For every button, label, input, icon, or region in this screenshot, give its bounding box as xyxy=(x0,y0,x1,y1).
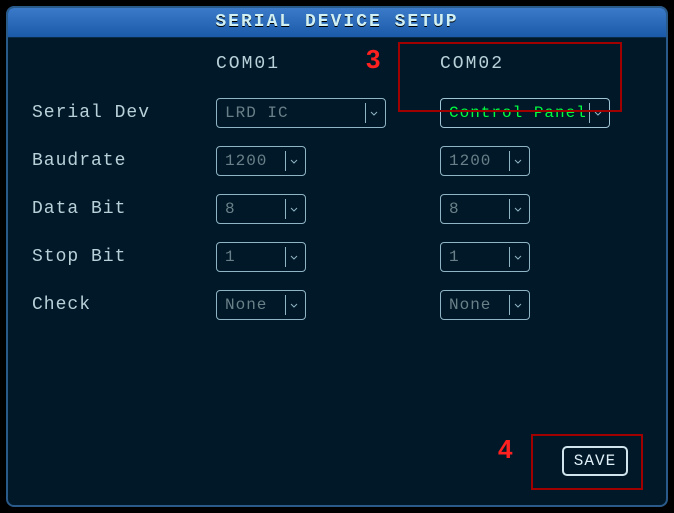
select-value: 8 xyxy=(225,200,285,218)
window-body: 3 COM01 COM02 Serial Dev LRD IC Control … xyxy=(8,38,666,336)
select-value: None xyxy=(449,296,509,314)
chevron-down-icon xyxy=(285,199,301,219)
chevron-down-icon xyxy=(365,103,381,123)
annotation-marker-4: 4 xyxy=(498,434,512,465)
select-value: None xyxy=(225,296,285,314)
label-data-bit: Data Bit xyxy=(32,199,192,219)
chevron-down-icon xyxy=(509,247,525,267)
label-stop-bit: Stop Bit xyxy=(32,247,192,267)
select-value: LRD IC xyxy=(225,104,365,122)
select-value: 1200 xyxy=(449,152,509,170)
select-value: 1 xyxy=(449,248,509,266)
chevron-down-icon xyxy=(285,151,301,171)
chevron-down-icon xyxy=(509,295,525,315)
select-serial-dev-com02[interactable]: Control Panel xyxy=(440,98,610,128)
select-stop-bit-com02[interactable]: 1 xyxy=(440,242,530,272)
save-button[interactable]: SAVE xyxy=(562,446,628,476)
chevron-down-icon xyxy=(509,151,525,171)
select-serial-dev-com01[interactable]: LRD IC xyxy=(216,98,386,128)
select-value: 1 xyxy=(225,248,285,266)
column-header-com01: COM01 xyxy=(216,48,416,80)
select-check-com02[interactable]: None xyxy=(440,290,530,320)
select-data-bit-com02[interactable]: 8 xyxy=(440,194,530,224)
window-title: SERIAL DEVICE SETUP xyxy=(8,8,666,38)
column-header-com02: COM02 xyxy=(440,48,640,80)
chevron-down-icon xyxy=(285,247,301,267)
chevron-down-icon xyxy=(285,295,301,315)
serial-device-setup-window: SERIAL DEVICE SETUP 3 COM01 COM02 Serial… xyxy=(6,6,668,507)
select-stop-bit-com01[interactable]: 1 xyxy=(216,242,306,272)
settings-grid: COM01 COM02 Serial Dev LRD IC Control Pa… xyxy=(32,48,642,320)
label-check: Check xyxy=(32,295,192,315)
select-value: 8 xyxy=(449,200,509,218)
select-check-com01[interactable]: None xyxy=(216,290,306,320)
select-value: 1200 xyxy=(225,152,285,170)
chevron-down-icon xyxy=(589,103,605,123)
select-baudrate-com01[interactable]: 1200 xyxy=(216,146,306,176)
annotation-marker-3: 3 xyxy=(366,44,380,75)
label-baudrate: Baudrate xyxy=(32,151,192,171)
label-serial-dev: Serial Dev xyxy=(32,103,192,123)
chevron-down-icon xyxy=(509,199,525,219)
select-baudrate-com02[interactable]: 1200 xyxy=(440,146,530,176)
select-value: Control Panel xyxy=(449,104,589,122)
select-data-bit-com01[interactable]: 8 xyxy=(216,194,306,224)
